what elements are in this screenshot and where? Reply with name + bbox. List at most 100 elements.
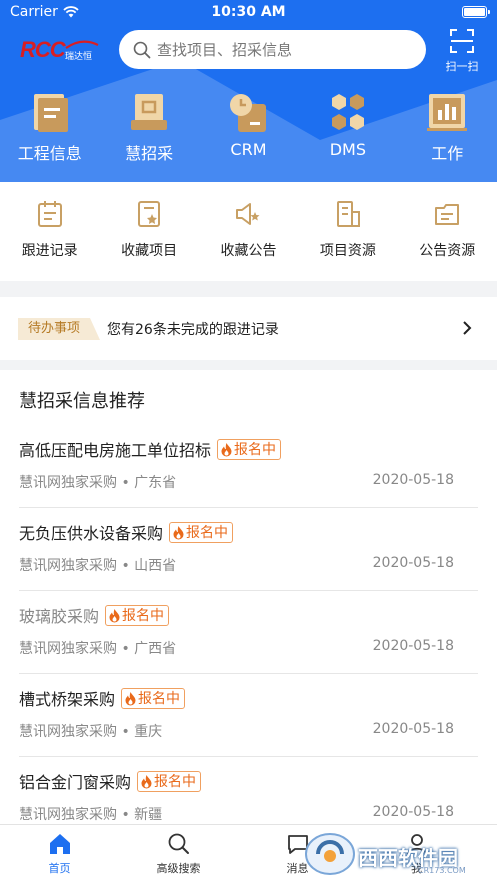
separator-dot: • xyxy=(121,475,135,491)
item-region: 广西省 xyxy=(134,641,177,657)
item-source: 慧讯网独家采购 • 重庆 xyxy=(19,721,162,741)
item-date: 2020-05-18 xyxy=(372,638,454,654)
status-badge: 报名中 xyxy=(105,604,170,626)
todo-tag: 待办事项 xyxy=(18,318,101,340)
status-badge: 报名中 xyxy=(121,687,186,709)
scan-button[interactable]: 扫一扫 xyxy=(440,28,484,73)
item-source: 慧讯网独家采购 • 山西省 xyxy=(19,555,176,575)
bar-chart-board-icon xyxy=(427,94,468,131)
badge-label: 报名中 xyxy=(154,774,197,790)
document-icon xyxy=(33,94,68,132)
list-item[interactable]: 槽式桥架采购 报名中 慧讯网独家采购 • 重庆 2020-05-18 xyxy=(19,674,478,757)
hexagon-cluster-icon xyxy=(331,94,364,130)
item-date: 2020-05-18 xyxy=(372,721,454,737)
item-source-name: 慧讯网独家采购 xyxy=(19,475,117,491)
item-title: 高低压配电房施工单位招标 xyxy=(19,441,212,460)
status-bar: Carrier 10:30 AM xyxy=(0,0,497,26)
recommendation-list: 高低压配电房施工单位招标 报名中 慧讯网独家采购 • 广东省 2020-05-1… xyxy=(0,425,497,824)
flame-icon xyxy=(109,608,120,622)
status-badge: 报名中 xyxy=(137,770,202,792)
nav-item-work[interactable]: 工作 xyxy=(398,90,497,170)
calendar-icon xyxy=(37,201,62,227)
nav-label: DMS xyxy=(329,140,366,159)
app-logo: RCC 瑞达恒 xyxy=(20,37,104,65)
quick-label: 跟进记录 xyxy=(21,243,78,259)
todo-bar[interactable]: 待办事项 您有26条未完成的跟进记录 xyxy=(0,297,497,360)
nav-item-smart-procurement[interactable]: 慧招采 xyxy=(99,90,198,170)
tab-advanced-search[interactable]: 高级搜索 xyxy=(119,825,238,883)
flame-icon xyxy=(141,774,152,788)
watermark-url: CR173.COM xyxy=(418,866,466,875)
item-title: 槽式桥架采购 xyxy=(19,690,116,709)
item-title-line: 高低压配电房施工单位招标 报名中 xyxy=(19,437,282,461)
search-icon xyxy=(133,41,151,58)
item-source-name: 慧讯网独家采购 xyxy=(19,558,117,574)
starred-megaphone-icon xyxy=(236,203,260,225)
item-title-line: 玻璃胶采购 报名中 xyxy=(19,603,170,627)
inbox-tray-icon xyxy=(131,94,168,130)
folder-icon xyxy=(435,204,460,225)
nav-item-crm[interactable]: CRM xyxy=(199,90,298,170)
item-source: 慧讯网独家采购 • 广西省 xyxy=(19,638,176,658)
tab-label: 首页 xyxy=(48,862,71,875)
watermark-logo-icon xyxy=(305,833,355,875)
building-icon xyxy=(336,201,360,227)
list-item[interactable]: 玻璃胶采购 报名中 慧讯网独家采购 • 广西省 2020-05-18 xyxy=(19,591,478,674)
nav-item-project-info[interactable]: 工程信息 xyxy=(0,90,99,170)
starred-document-icon xyxy=(138,201,161,227)
item-region: 新疆 xyxy=(134,807,163,823)
status-badge: 报名中 xyxy=(217,438,282,460)
separator-dot: • xyxy=(121,641,135,657)
flame-icon xyxy=(221,442,232,456)
badge-label: 报名中 xyxy=(138,691,181,707)
logo-swoosh-icon xyxy=(65,40,99,49)
quick-label: 项目资源 xyxy=(319,243,376,259)
recommendation-section: 慧招采信息推荐 高低压配电房施工单位招标 报名中 慧讯网独家采购 • 广东省 2… xyxy=(0,370,497,824)
logo-text: RCC xyxy=(20,37,66,62)
quick-label: 收藏项目 xyxy=(121,243,178,259)
clock-card-icon xyxy=(230,94,267,132)
item-title: 铝合金门窗采购 xyxy=(19,773,132,792)
search-bar[interactable] xyxy=(119,30,426,69)
clock: 10:30 AM xyxy=(211,4,286,20)
quick-item-favorite-notices[interactable]: 收藏公告 xyxy=(199,182,298,281)
item-source-name: 慧讯网独家采购 xyxy=(19,807,117,823)
list-item[interactable]: 铝合金门窗采购 报名中 慧讯网独家采购 • 新疆 2020-05-18 xyxy=(19,757,478,824)
list-item[interactable]: 高低压配电房施工单位招标 报名中 慧讯网独家采购 • 广东省 2020-05-1… xyxy=(19,425,478,508)
badge-label: 报名中 xyxy=(186,525,229,541)
flame-icon xyxy=(173,525,184,539)
tab-home[interactable]: 首页 xyxy=(0,825,119,883)
scan-icon xyxy=(450,29,474,53)
badge-label: 报名中 xyxy=(122,608,165,624)
nav-label: CRM xyxy=(230,140,267,159)
item-title: 玻璃胶采购 xyxy=(19,607,100,626)
item-title-line: 铝合金门窗采购 报名中 xyxy=(19,769,202,793)
section-title: 慧招采信息推荐 xyxy=(19,391,145,412)
separator-dot: • xyxy=(121,724,135,740)
item-date: 2020-05-18 xyxy=(372,472,454,488)
quick-menu: 跟进记录 收藏项目 收藏公告 项目资源 公告资源 xyxy=(0,182,497,281)
nav-item-dms[interactable]: DMS xyxy=(298,90,397,170)
nav-label: 工作 xyxy=(431,144,464,163)
list-item[interactable]: 无负压供水设备采购 报名中 慧讯网独家采购 • 山西省 2020-05-18 xyxy=(19,508,478,591)
quick-item-follow-up[interactable]: 跟进记录 xyxy=(0,182,99,281)
quick-item-project-resources[interactable]: 项目资源 xyxy=(298,182,397,281)
search-input[interactable] xyxy=(157,40,407,59)
chevron-right-icon xyxy=(463,321,472,335)
battery-icon xyxy=(462,6,490,18)
status-badge: 报名中 xyxy=(169,521,234,543)
todo-text: 您有26条未完成的跟进记录 xyxy=(107,322,279,338)
item-region: 山西省 xyxy=(134,558,177,574)
item-source: 慧讯网独家采购 • 新疆 xyxy=(19,804,162,824)
top-nav: 工程信息 慧招采 CRM DMS 工作 xyxy=(0,90,497,170)
quick-label: 收藏公告 xyxy=(220,243,277,259)
item-title: 无负压供水设备采购 xyxy=(19,524,164,543)
item-source-name: 慧讯网独家采购 xyxy=(19,724,117,740)
header: Carrier 10:30 AM RCC 瑞达恒 扫一扫 xyxy=(0,0,497,182)
item-title-line: 无负压供水设备采购 报名中 xyxy=(19,520,234,544)
quick-item-favorite-projects[interactable]: 收藏项目 xyxy=(99,182,198,281)
nav-label: 慧招采 xyxy=(125,144,174,163)
separator-dot: • xyxy=(121,807,135,823)
quick-item-notice-resources[interactable]: 公告资源 xyxy=(398,182,497,281)
item-title-line: 槽式桥架采购 报名中 xyxy=(19,686,186,710)
